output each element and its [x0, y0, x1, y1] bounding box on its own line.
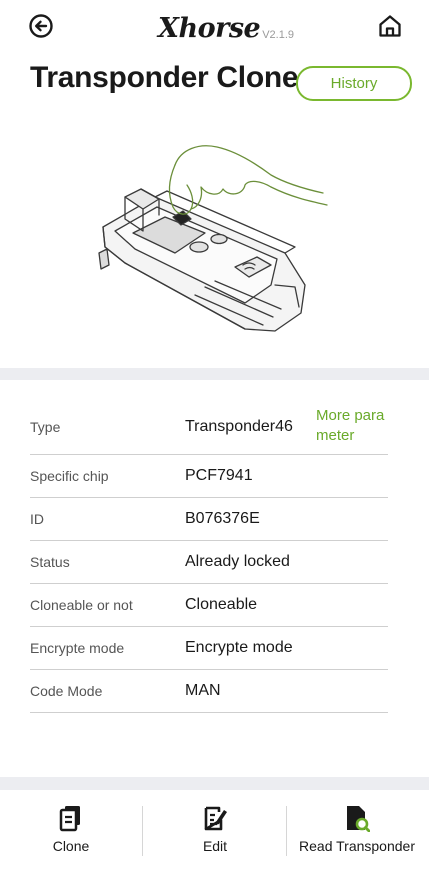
info-value: MAN	[185, 682, 221, 699]
info-row-code-mode: Code Mode MAN	[30, 670, 388, 713]
info-value: Already locked	[185, 553, 290, 570]
info-value: Cloneable	[185, 596, 258, 613]
page-title: Transponder Clone	[30, 61, 299, 94]
key-tool-illustration	[95, 135, 335, 345]
info-label: Specific chip	[30, 468, 109, 484]
info-label: Cloneable or not	[30, 597, 133, 613]
bottom-action-bar: Clone Edit Read Transponder	[0, 790, 429, 872]
info-label: Code Mode	[30, 683, 103, 699]
info-row-type: Type Transponder46 More parameter	[30, 400, 388, 455]
back-arrow-icon[interactable]	[28, 13, 54, 39]
info-label: Status	[30, 554, 70, 570]
info-label: Encrypte mode	[30, 640, 125, 656]
edit-icon	[202, 804, 228, 832]
info-value: PCF7941	[185, 467, 253, 484]
bottom-divider	[0, 777, 429, 790]
transponder-info-table: Type Transponder46 More parameter Specif…	[30, 400, 388, 713]
more-parameter-link[interactable]: More parameter	[316, 406, 394, 446]
info-label: Type	[30, 419, 61, 435]
edit-button[interactable]: Edit	[180, 804, 250, 860]
info-row-status: Status Already locked	[30, 541, 388, 584]
nav-separator	[286, 806, 287, 856]
info-value: B076376E	[185, 510, 260, 527]
history-button[interactable]: History	[296, 66, 412, 101]
clone-button[interactable]: Clone	[36, 804, 106, 860]
read-transponder-label: Read Transponder	[299, 838, 415, 854]
home-icon[interactable]	[377, 13, 403, 39]
app-version: V2.1.9	[262, 29, 295, 41]
xhorse-logo: Xhorse V2.1.9	[158, 10, 294, 44]
logo-text: Xhorse	[158, 13, 261, 44]
info-row-encrypte-mode: Encrypte mode Encrypte mode	[30, 627, 388, 670]
top-bar: Xhorse V2.1.9	[0, 0, 429, 56]
info-row-cloneable: Cloneable or not Cloneable	[30, 584, 388, 627]
read-transponder-button[interactable]: Read Transponder	[292, 804, 422, 860]
clone-icon	[58, 804, 84, 832]
hand-pressing-key-tool-illustration	[98, 145, 328, 332]
info-row-id: ID B076376E	[30, 498, 388, 541]
clone-label: Clone	[52, 838, 90, 854]
section-divider	[0, 368, 429, 380]
info-row-specific-chip: Specific chip PCF7941	[30, 455, 388, 498]
nav-separator	[142, 806, 143, 856]
info-value: Encrypte mode	[185, 639, 293, 656]
info-label: ID	[30, 511, 44, 527]
info-value: Transponder46	[185, 418, 293, 435]
read-transponder-icon	[344, 804, 371, 833]
edit-label: Edit	[202, 838, 228, 854]
